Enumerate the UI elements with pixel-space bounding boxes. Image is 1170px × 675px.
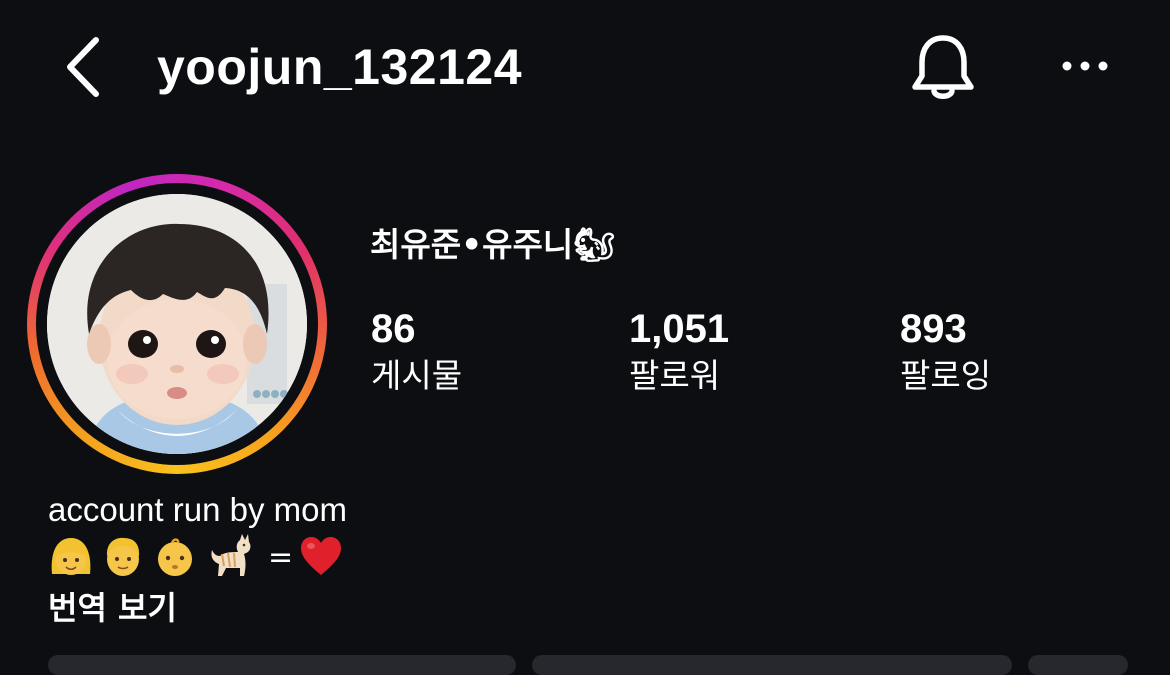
posts-count: 86 bbox=[371, 307, 416, 351]
following-count: 893 bbox=[900, 307, 967, 351]
bio-emoji-line: = bbox=[48, 534, 343, 582]
followers-count: 1,051 bbox=[629, 307, 730, 351]
red-heart-icon bbox=[299, 535, 343, 581]
stat-posts[interactable]: 86 게시물 bbox=[371, 306, 462, 398]
profile-action-button-edge[interactable] bbox=[532, 655, 1012, 675]
posts-label: 게시물 bbox=[371, 356, 463, 395]
profile-action-button-edge[interactable] bbox=[48, 655, 516, 675]
back-chevron-icon[interactable] bbox=[60, 34, 110, 100]
more-options-icon[interactable] bbox=[1056, 50, 1116, 82]
profile-action-button-edge[interactable] bbox=[1028, 655, 1128, 675]
bio-text: account run by mom bbox=[48, 491, 347, 528]
cat-emoji-icon bbox=[204, 534, 254, 582]
see-translation-link[interactable]: 번역 보기 bbox=[48, 586, 177, 630]
stat-following[interactable]: 893 팔로잉 bbox=[900, 306, 991, 398]
profile-username: yoojun_132124 bbox=[157, 39, 523, 95]
bio-equals-sign: = bbox=[268, 540, 294, 575]
following-label: 팔로잉 bbox=[900, 356, 992, 395]
stat-followers[interactable]: 1,051 팔로워 bbox=[629, 306, 729, 398]
profile-photo bbox=[47, 194, 307, 454]
followers-label: 팔로워 bbox=[629, 356, 721, 395]
profile-avatar-story-ring[interactable] bbox=[27, 174, 327, 474]
baby-emoji-icon bbox=[152, 534, 198, 582]
profile-full-name: 최유준•유주니🐿 bbox=[370, 225, 616, 264]
top-navigation-bar: yoojun_132124 bbox=[0, 0, 1170, 135]
bell-icon[interactable] bbox=[908, 32, 978, 104]
woman-emoji-icon bbox=[48, 534, 94, 582]
man-emoji-icon bbox=[100, 534, 146, 582]
